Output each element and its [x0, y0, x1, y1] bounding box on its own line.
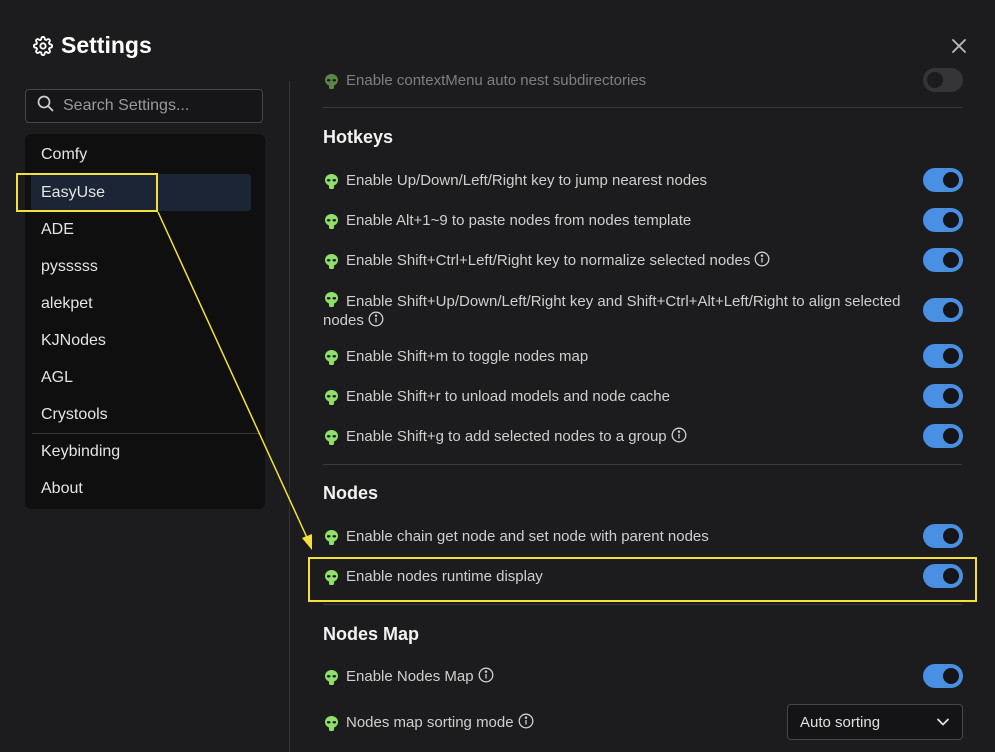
- dialog-title-text: Settings: [61, 32, 152, 58]
- setting-row: Enable Shift+m to toggle nodes map: [323, 344, 963, 368]
- setting-row: Enable nodes runtime display: [323, 564, 963, 588]
- settings-content: Enable contextMenu auto nest subdirector…: [323, 0, 963, 752]
- setting-toggle[interactable]: [923, 664, 963, 688]
- setting-row: Enable Shift+g to add selected nodes to …: [323, 424, 963, 448]
- section-title-nodes: Nodes: [323, 483, 379, 503]
- alien-icon: [325, 73, 338, 89]
- setting-label: Enable nodes runtime display: [346, 567, 543, 585]
- search-box[interactable]: [25, 89, 263, 123]
- alien-icon: [325, 173, 338, 189]
- setting-toggle[interactable]: [923, 68, 963, 92]
- setting-row: Enable Shift+Up/Down/Left/Right key and …: [323, 289, 963, 330]
- setting-row: Enable Nodes Map: [323, 664, 963, 688]
- select-value: Auto sorting: [800, 713, 881, 731]
- info-icon[interactable]: [754, 251, 770, 267]
- settings-sidebar: Comfy EasyUse ADE pysssss alekpet KJNode…: [25, 134, 265, 509]
- setting-label: Enable contextMenu auto nest subdirector…: [346, 71, 647, 89]
- setting-toggle[interactable]: [923, 297, 963, 322]
- setting-row: Enable Up/Down/Left/Right key to jump ne…: [323, 168, 963, 192]
- section-title-hotkeys: Hotkeys: [323, 127, 394, 147]
- search-icon: [26, 95, 61, 117]
- info-icon[interactable]: [518, 713, 534, 729]
- sidebar-item-alekpet[interactable]: alekpet: [41, 285, 261, 322]
- sidebar-item-about[interactable]: About: [41, 470, 261, 507]
- info-icon[interactable]: [671, 427, 687, 443]
- sorting-mode-select[interactable]: Auto sorting: [787, 704, 963, 740]
- gear-icon: [33, 35, 53, 56]
- sidebar-item-agl[interactable]: AGL: [41, 359, 261, 396]
- alien-icon: [325, 213, 338, 229]
- setting-toggle[interactable]: [923, 208, 963, 232]
- sidebar-item-comfy[interactable]: Comfy: [41, 136, 261, 173]
- sidebar-item-easyuse[interactable]: EasyUse: [31, 174, 251, 211]
- setting-row: Enable Shift+r to unload models and node…: [323, 384, 963, 408]
- alien-icon: [325, 715, 338, 731]
- setting-label: Enable Nodes Map: [346, 667, 474, 685]
- sidebar-item-keybinding[interactable]: Keybinding: [41, 433, 261, 470]
- alien-icon: [325, 349, 338, 365]
- section-title-nodes-map: Nodes Map: [323, 624, 420, 644]
- setting-label: Enable Shift+r to unload models and node…: [346, 387, 670, 405]
- chevron-down-icon: [937, 718, 949, 726]
- setting-label: Enable Shift+Ctrl+Left/Right key to norm…: [346, 251, 751, 269]
- alien-icon: [325, 669, 338, 685]
- search-input[interactable]: [61, 96, 245, 116]
- sidebar-item-pysssss[interactable]: pysssss: [41, 248, 261, 285]
- section-divider: [323, 604, 962, 605]
- alien-icon: [325, 429, 338, 445]
- alien-icon: [325, 253, 338, 269]
- setting-label: Enable chain get node and set node with …: [346, 527, 709, 545]
- info-icon[interactable]: [478, 667, 494, 683]
- setting-label: Enable Shift+g to add selected nodes to …: [346, 427, 667, 445]
- setting-label: Nodes map sorting mode: [346, 713, 514, 731]
- alien-icon: [325, 389, 338, 405]
- setting-row: Enable Alt+1~9 to paste nodes from nodes…: [323, 208, 963, 232]
- sidebar-item-crystools[interactable]: Crystools: [41, 396, 261, 433]
- setting-label: Enable Alt+1~9 to paste nodes from nodes…: [346, 211, 692, 229]
- alien-icon: [325, 292, 338, 307]
- alien-icon: [325, 569, 338, 585]
- setting-toggle[interactable]: [923, 344, 963, 368]
- sidebar-item-kjnodes[interactable]: KJNodes: [41, 322, 261, 359]
- setting-toggle[interactable]: [923, 564, 963, 588]
- setting-toggle[interactable]: [923, 384, 963, 408]
- setting-row: Nodes map sorting mode Auto sorting: [323, 704, 963, 740]
- setting-label: Enable Up/Down/Left/Right key to jump ne…: [346, 171, 708, 189]
- alien-icon: [325, 529, 338, 545]
- info-icon[interactable]: [368, 311, 384, 327]
- dialog-title: Settings: [33, 32, 152, 59]
- setting-toggle[interactable]: [923, 248, 963, 272]
- setting-row: Enable contextMenu auto nest subdirector…: [323, 68, 963, 92]
- setting-label: Enable Shift+Up/Down/Left/Right key and …: [323, 293, 901, 329]
- sidebar-item-ade[interactable]: ADE: [41, 211, 261, 248]
- section-divider: [323, 464, 962, 465]
- section-divider: [323, 107, 962, 108]
- setting-toggle[interactable]: [923, 524, 963, 548]
- setting-toggle[interactable]: [923, 168, 963, 192]
- setting-row: Enable chain get node and set node with …: [323, 524, 963, 548]
- setting-label: Enable Shift+m to toggle nodes map: [346, 347, 589, 365]
- setting-toggle[interactable]: [923, 424, 963, 448]
- setting-row: Enable Shift+Ctrl+Left/Right key to norm…: [323, 248, 963, 272]
- panel-divider: [289, 81, 290, 752]
